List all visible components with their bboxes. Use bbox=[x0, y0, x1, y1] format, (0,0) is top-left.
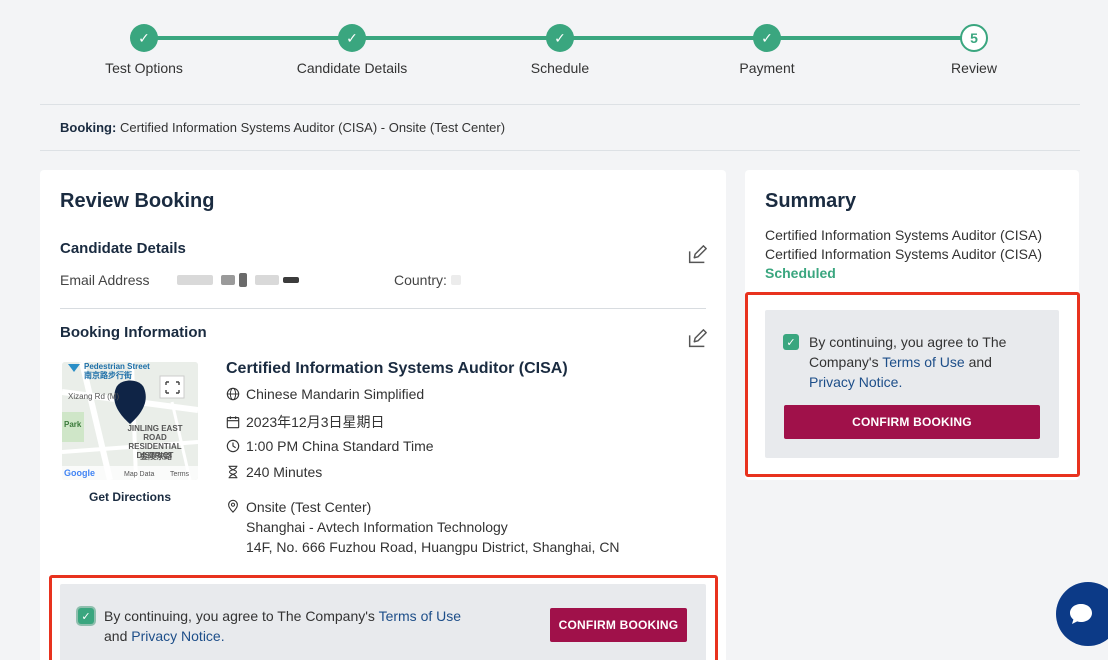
booking-summary-line: Booking: Certified Information Systems A… bbox=[60, 120, 505, 135]
map-label: Xizang Rd (M) bbox=[68, 392, 120, 401]
redacted-email bbox=[255, 275, 280, 285]
review-title: Review Booking bbox=[60, 190, 215, 212]
summary-line: Certified Information Systems Auditor (C… bbox=[765, 227, 1042, 243]
language-text: Chinese Mandarin Simplified bbox=[246, 386, 425, 402]
hourglass-icon bbox=[228, 465, 238, 479]
step-label: Test Options bbox=[105, 60, 183, 76]
clock-icon bbox=[226, 439, 240, 453]
language-row: Chinese Mandarin Simplified bbox=[226, 386, 424, 402]
highlight-box bbox=[49, 575, 718, 660]
map-data-link[interactable]: Map Data bbox=[124, 470, 154, 479]
map-label: 南京路步行街 bbox=[84, 371, 132, 380]
get-directions-link[interactable]: Get Directions bbox=[62, 490, 198, 504]
location-map[interactable]: Pedestrian Street 南京路步行街 Xizang Rd (M) P… bbox=[62, 362, 198, 480]
duration-row: 240 Minutes bbox=[226, 464, 322, 480]
summary-exam: Certified Information Systems Auditor (C… bbox=[765, 226, 1055, 283]
highlight-box bbox=[745, 292, 1080, 477]
step-check-icon: ✓ bbox=[546, 24, 574, 52]
test-center-name: Shanghai - Avtech Information Technology bbox=[246, 519, 508, 535]
redacted-email bbox=[283, 277, 300, 283]
edit-booking-icon[interactable] bbox=[686, 328, 708, 350]
calendar-icon bbox=[226, 416, 240, 429]
test-center-address: 14F, No. 666 Fuzhou Road, Huangpu Distri… bbox=[246, 539, 620, 555]
divider bbox=[40, 104, 1080, 105]
candidate-details-heading: Candidate Details bbox=[60, 240, 186, 257]
divider bbox=[40, 150, 1080, 151]
status-badge: Scheduled bbox=[765, 265, 836, 281]
email-field: Email Address bbox=[60, 272, 300, 288]
booking-info-heading: Booking Information bbox=[60, 324, 207, 341]
summary-line: Certified Information Systems Auditor (C… bbox=[765, 246, 1042, 281]
booking-text: Certified Information Systems Auditor (C… bbox=[119, 120, 506, 135]
chat-icon bbox=[1070, 604, 1092, 624]
map-label: 金陵东路 bbox=[140, 452, 172, 461]
location-pin-icon bbox=[228, 499, 238, 513]
step-check-icon: ✓ bbox=[130, 24, 158, 52]
step-label: Candidate Details bbox=[296, 60, 408, 76]
time-text: 1:00 PM China Standard Time bbox=[246, 438, 434, 454]
location-type: Onsite (Test Center) bbox=[246, 499, 372, 515]
time-row: 1:00 PM China Standard Time bbox=[226, 438, 434, 454]
step-check-icon: ✓ bbox=[753, 24, 781, 52]
step-review: 5 Review bbox=[894, 24, 1054, 76]
step-label: Review bbox=[951, 60, 997, 76]
progress-stepper: ✓ Test Options ✓ Candidate Details ✓ Sch… bbox=[40, 10, 1080, 100]
google-logo: Google bbox=[64, 468, 95, 478]
location-details: Onsite (Test Center) Shanghai - Avtech I… bbox=[246, 497, 620, 557]
map-label: Pedestrian Street bbox=[84, 362, 150, 371]
step-check-icon: ✓ bbox=[338, 24, 366, 52]
map-label: Park bbox=[64, 420, 82, 429]
country-field: Country: bbox=[394, 272, 461, 288]
date-text: 2023年12月3日星期日 bbox=[246, 414, 385, 430]
duration-text: 240 Minutes bbox=[246, 464, 323, 480]
booking-prefix: Booking: bbox=[60, 120, 117, 135]
redacted-email bbox=[239, 273, 248, 287]
step-payment[interactable]: ✓ Payment bbox=[687, 24, 847, 76]
step-schedule[interactable]: ✓ Schedule bbox=[480, 24, 640, 76]
map-terms-link[interactable]: Terms bbox=[170, 470, 189, 479]
edit-candidate-icon[interactable] bbox=[686, 244, 708, 266]
redacted-country bbox=[450, 275, 461, 285]
email-label: Email Address bbox=[60, 272, 150, 288]
date-row: 2023年12月3日星期日 bbox=[226, 412, 385, 432]
globe-icon bbox=[226, 387, 240, 401]
country-label: Country: bbox=[394, 272, 447, 288]
step-label: Schedule bbox=[530, 60, 590, 76]
summary-title: Summary bbox=[765, 190, 857, 212]
step-candidate-details[interactable]: ✓ Candidate Details bbox=[272, 24, 432, 76]
redacted-email bbox=[221, 275, 236, 285]
step-label: Payment bbox=[739, 60, 795, 76]
location-row: Onsite (Test Center) Shanghai - Avtech I… bbox=[226, 497, 620, 557]
divider bbox=[60, 308, 706, 309]
step-test-options[interactable]: ✓ Test Options bbox=[64, 24, 224, 76]
exam-title: Certified Information Systems Auditor (C… bbox=[226, 360, 568, 377]
step-number: 5 bbox=[960, 24, 988, 52]
redacted-email bbox=[177, 275, 214, 285]
